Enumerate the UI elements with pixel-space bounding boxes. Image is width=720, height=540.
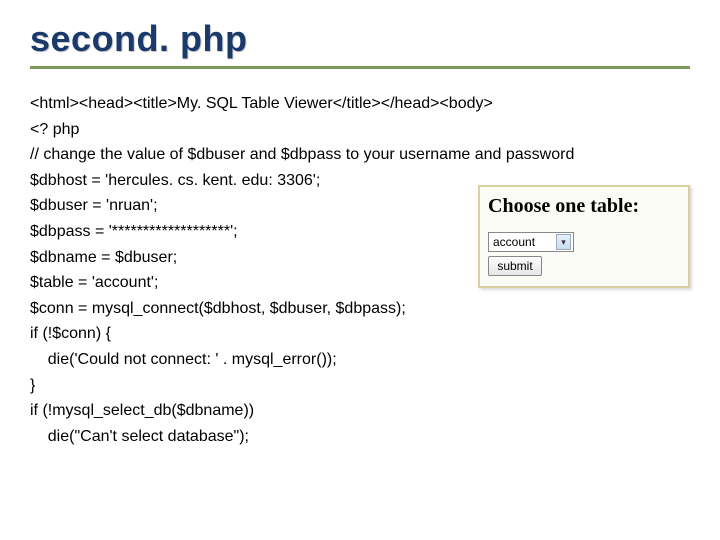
inset-controls-row: account ▾ <box>488 232 680 252</box>
page-title: second. php <box>30 18 690 69</box>
inset-heading: Choose one table: <box>488 195 680 218</box>
inset-panel: Choose one table: account ▾ submit <box>478 185 690 288</box>
chevron-down-icon: ▾ <box>556 234 571 250</box>
submit-button[interactable]: submit <box>488 256 542 276</box>
table-select[interactable]: account ▾ <box>488 232 574 252</box>
table-select-value: account <box>493 235 535 249</box>
